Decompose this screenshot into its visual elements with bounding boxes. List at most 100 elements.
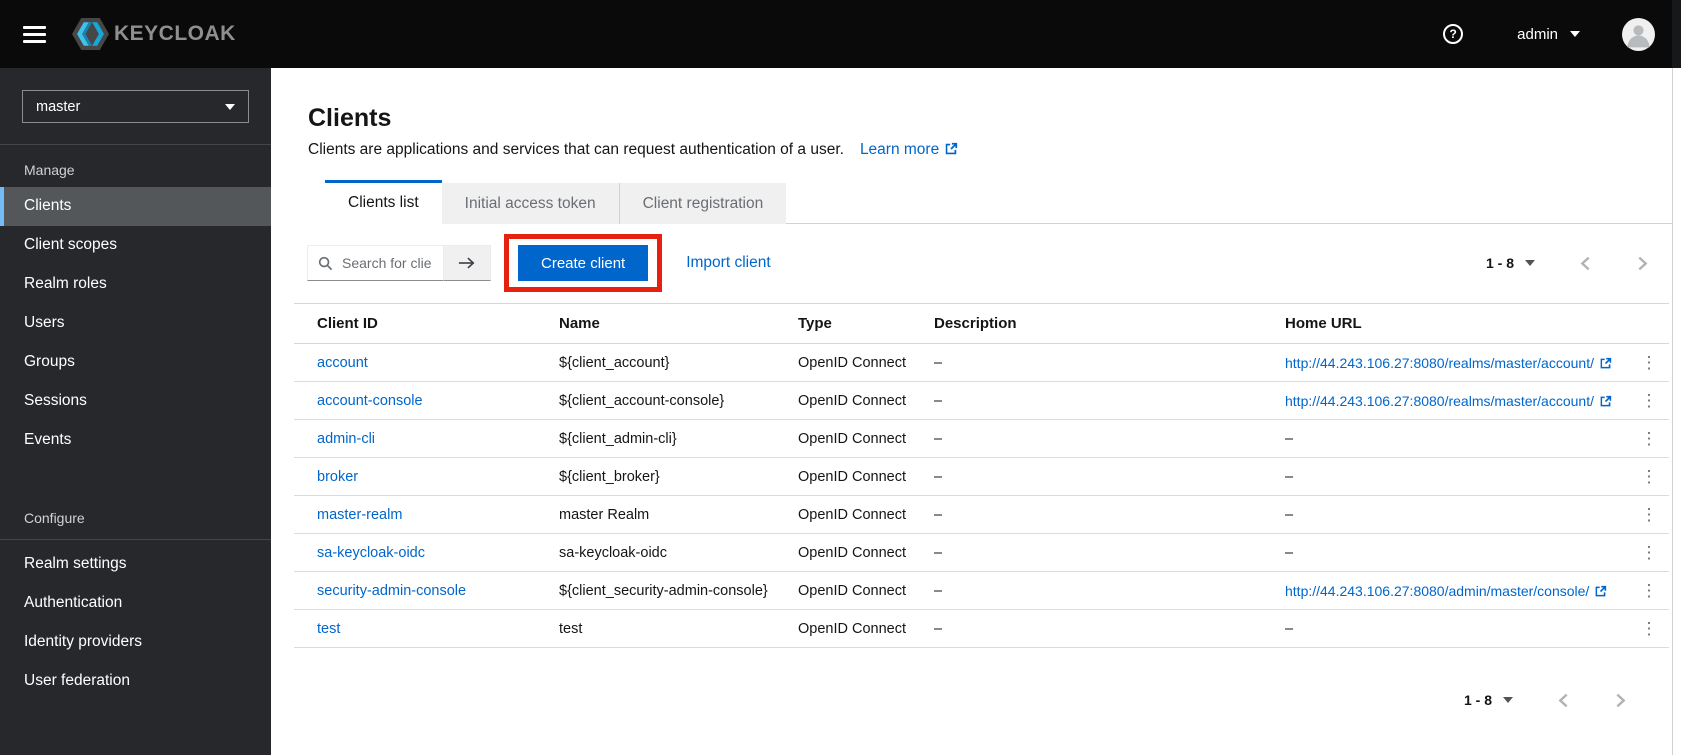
pagination-next-icon[interactable] (1614, 693, 1627, 708)
main-content: Clients Clients are applications and ser… (271, 68, 1681, 755)
client-name: master Realm (559, 506, 650, 523)
kebab-menu-icon[interactable]: ⋮ (1635, 542, 1664, 563)
clients-table: Client ID Name Type Description Home URL… (294, 303, 1669, 648)
masthead: KEYCLOAK ? admin (0, 0, 1681, 68)
client-description: – (934, 430, 943, 447)
tab-client-registration[interactable]: Client registration (618, 183, 787, 224)
sidebar-item-sessions[interactable]: Sessions (0, 382, 271, 421)
sidebar-item-realm-roles[interactable]: Realm roles (0, 265, 271, 304)
table-row: master-realm master Realm OpenID Connect… (294, 496, 1669, 534)
page-description: Clients are applications and services th… (308, 141, 844, 158)
search-box (307, 245, 444, 281)
sidebar-item-clients[interactable]: Clients (0, 187, 271, 226)
client-name: ${client_account} (559, 354, 670, 371)
pagination-caret-icon[interactable] (1525, 260, 1535, 266)
sidebar-item-authentication[interactable]: Authentication (0, 584, 271, 623)
client-id-link[interactable]: security-admin-console (317, 583, 466, 599)
kebab-menu-icon[interactable]: ⋮ (1635, 466, 1664, 487)
kebab-menu-icon[interactable]: ⋮ (1635, 580, 1664, 601)
clients-toolbar: Create client Import client 1 - 8 (307, 234, 1669, 292)
nav-toggle-hamburger-icon[interactable] (23, 22, 46, 47)
table-header-row: Client ID Name Type Description Home URL (294, 303, 1669, 344)
client-id-link[interactable]: broker (317, 469, 358, 485)
client-id-link[interactable]: account-console (317, 393, 423, 409)
realm-selector[interactable]: master (22, 90, 249, 123)
client-type: OpenID Connect (798, 582, 907, 599)
pagination-range: 1 - 8 (1485, 255, 1514, 271)
tab-clients-list[interactable]: Clients list (325, 180, 442, 224)
client-type: OpenID Connect (798, 544, 907, 561)
sidebar-item-client-scopes[interactable]: Client scopes (0, 226, 271, 265)
home-url-link[interactable]: http://44.243.106.27:8080/admin/master/c… (1285, 583, 1589, 599)
pagination-bottom: 1 - 8 (1464, 692, 1627, 708)
arrow-right-icon (458, 256, 476, 270)
search-submit-button[interactable] (444, 245, 491, 281)
client-id-link[interactable]: account (317, 355, 368, 371)
client-home-url: – (1285, 620, 1294, 637)
table-row: broker ${client_broker} OpenID Connect –… (294, 458, 1669, 496)
pagination-prev-icon[interactable] (1557, 693, 1570, 708)
realm-selector-value: master (36, 98, 81, 115)
sidebar-item-realm-settings[interactable]: Realm settings (0, 545, 271, 584)
column-header-type: Type (798, 315, 832, 332)
client-home-url: – (1285, 468, 1294, 485)
external-link-icon (1599, 357, 1612, 370)
sidebar-item-groups[interactable]: Groups (0, 343, 271, 382)
table-row: test test OpenID Connect – – ⋮ (294, 610, 1669, 648)
client-name: ${client_account-console} (559, 392, 725, 409)
client-type: OpenID Connect (798, 468, 907, 485)
column-header-name: Name (559, 315, 600, 332)
sidebar-item-identity-providers[interactable]: Identity providers (0, 623, 271, 662)
table-row: admin-cli ${client_admin-cli} OpenID Con… (294, 420, 1669, 458)
pagination-prev-icon[interactable] (1579, 256, 1592, 271)
client-type: OpenID Connect (798, 506, 907, 523)
kebab-menu-icon[interactable]: ⋮ (1635, 390, 1664, 411)
column-header-client-id: Client ID (317, 315, 378, 332)
avatar[interactable] (1622, 17, 1655, 51)
caret-down-icon (225, 103, 235, 110)
kebab-menu-icon[interactable]: ⋮ (1635, 618, 1664, 639)
sidebar-item-user-federation[interactable]: User federation (0, 662, 271, 701)
client-name: ${client_security-admin-console} (559, 582, 768, 599)
kebab-menu-icon[interactable]: ⋮ (1635, 504, 1664, 525)
sidebar-item-events[interactable]: Events (0, 421, 271, 460)
client-description: – (934, 582, 943, 599)
keycloak-logo-icon (72, 17, 109, 51)
client-type: OpenID Connect (798, 620, 907, 637)
home-url-link[interactable]: http://44.243.106.27:8080/realms/master/… (1285, 393, 1594, 409)
client-id-link[interactable]: sa-keycloak-oidc (317, 545, 425, 561)
caret-down-icon (1570, 31, 1580, 37)
column-header-home-url: Home URL (1285, 315, 1362, 332)
sidebar-section-configure: Configure Realm settings Authentication … (0, 493, 271, 701)
import-client-link[interactable]: Import client (686, 254, 770, 272)
client-description: – (934, 506, 943, 523)
client-name: ${client_broker} (559, 468, 660, 485)
client-id-link[interactable]: test (317, 621, 340, 637)
tab-initial-access-token[interactable]: Initial access token (441, 183, 619, 224)
search-input[interactable] (340, 254, 433, 272)
kebab-menu-icon[interactable]: ⋮ (1635, 352, 1664, 373)
external-link-icon (1599, 395, 1612, 408)
help-icon[interactable]: ? (1443, 24, 1464, 44)
table-row: security-admin-console ${client_security… (294, 572, 1669, 610)
table-row: account-console ${client_account-console… (294, 382, 1669, 420)
sidebar-item-users[interactable]: Users (0, 304, 271, 343)
client-type: OpenID Connect (798, 392, 907, 409)
client-id-link[interactable]: admin-cli (317, 431, 375, 447)
home-url-link[interactable]: http://44.243.106.27:8080/realms/master/… (1285, 355, 1594, 371)
scrollbar[interactable] (1672, 0, 1681, 755)
learn-more-link[interactable]: Learn more (860, 141, 958, 158)
tabs: Clients list Initial access token Client… (325, 180, 1681, 224)
client-id-link[interactable]: master-realm (317, 507, 402, 523)
pagination-caret-icon[interactable] (1503, 697, 1513, 703)
client-home-url: – (1285, 506, 1294, 523)
user-menu[interactable]: admin (1517, 26, 1580, 43)
client-description: – (934, 620, 943, 637)
client-type: OpenID Connect (798, 354, 907, 371)
client-home-url: – (1285, 430, 1294, 447)
realm-selector-area: master (0, 68, 271, 145)
kebab-menu-icon[interactable]: ⋮ (1635, 428, 1664, 449)
pagination-next-icon[interactable] (1636, 256, 1649, 271)
client-name: sa-keycloak-oidc (559, 544, 667, 561)
create-client-button[interactable]: Create client (518, 245, 649, 281)
